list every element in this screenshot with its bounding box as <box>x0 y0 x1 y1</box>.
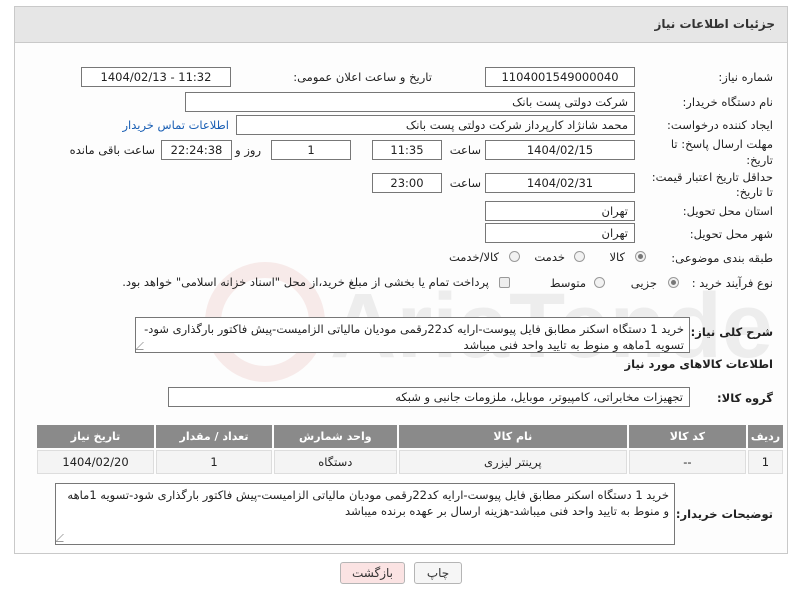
announce-label: تاریخ و ساعت اعلان عمومی: <box>293 70 432 84</box>
city-label: شهر محل تحویل: <box>689 227 773 241</box>
deadline-label: مهلت ارسال پاسخ: تا <box>670 137 773 151</box>
cell-code: -- <box>628 450 746 474</box>
validity-label-date: تا تاریخ: <box>735 185 773 199</box>
process-radio-medium[interactable] <box>594 277 605 288</box>
resize-handle-icon[interactable] <box>136 342 151 350</box>
deadline-date-field: 1404/02/15 <box>485 140 635 160</box>
buyer-org-label: نام دستگاه خریدار: <box>682 95 773 109</box>
goods-table: ردیف کد کالا نام کالا واحد شمارش تعداد /… <box>35 423 785 476</box>
col-header-code: کد کالا <box>628 425 746 448</box>
treasury-note: پرداخت تمام یا بخشی از مبلغ خرید،از محل … <box>122 275 489 289</box>
panel-title: جزئیات اطلاعات نیاز <box>654 17 775 31</box>
buyer-org-field: شرکت دولتی پست بانک <box>185 92 635 112</box>
process-label: نوع فرآیند خرید : <box>691 276 773 290</box>
validity-label: حداقل تاریخ اعتبار قیمت: <box>651 170 773 184</box>
cell-unit: دستگاه <box>273 450 397 474</box>
table-row: 1 -- پرینتر لیزری دستگاه 1 1404/02/20 <box>37 450 783 474</box>
col-header-date: تاریخ نیاز <box>37 425 155 448</box>
need-number-label: شماره نیاز: <box>718 70 773 84</box>
remaining-time-field: 22:24:38 <box>161 140 232 160</box>
back-button[interactable]: بازگشت <box>340 562 405 584</box>
announce-datetime-field: 1404/02/13 - 11:32 <box>81 67 231 87</box>
need-number-field: 1104001549000040 <box>485 67 635 87</box>
table-header-row: ردیف کد کالا نام کالا واحد شمارش تعداد /… <box>37 425 783 448</box>
treasury-checkbox[interactable] <box>499 277 510 288</box>
process-radio-minor[interactable] <box>668 277 679 288</box>
validity-time-field: 23:00 <box>372 173 442 193</box>
cell-row-number: 1 <box>747 450 783 474</box>
description-text: خرید 1 دستگاه اسکنر مطابق فایل پیوست-ارا… <box>144 322 684 352</box>
province-label: استان محل تحویل: <box>682 204 773 218</box>
deadline-time-field: 11:35 <box>372 140 442 160</box>
deadline-hour-label: ساعت <box>449 143 481 157</box>
goods-group-label: گروه کالا: <box>717 391 773 405</box>
buyer-notes-textarea[interactable]: خرید 1 دستگاه اسکنر مطابق فایل پیوست-ارا… <box>55 483 675 545</box>
cell-date: 1404/02/20 <box>37 450 155 474</box>
col-header-quantity: تعداد / مقدار <box>156 425 272 448</box>
print-button[interactable]: چاپ <box>414 562 462 584</box>
validity-date-field: 1404/02/31 <box>485 173 635 193</box>
requester-field: محمد شانژاد کارپرداز شرکت دولتی پست بانک <box>236 115 635 135</box>
cell-name: پرینتر لیزری <box>398 450 627 474</box>
panel-header: جزئیات اطلاعات نیاز <box>15 7 787 43</box>
province-field: تهران <box>485 201 635 221</box>
day-label: روز و <box>235 143 261 157</box>
category-label: طبقه بندی موضوعی: <box>671 251 773 265</box>
goods-section-title: اطلاعات کالاهای مورد نیاز <box>624 357 773 371</box>
buyer-contact-link[interactable]: اطلاعات تماس خریدار <box>122 118 229 132</box>
validity-hour-label: ساعت <box>449 176 481 190</box>
category-radio-goods[interactable] <box>635 251 646 262</box>
description-textarea[interactable]: خرید 1 دستگاه اسکنر مطابق فایل پیوست-ارا… <box>135 317 690 353</box>
category-option-goods: کالا <box>609 250 625 264</box>
process-option-minor: جزیی <box>630 276 657 290</box>
category-option-goods-service: کالا/خدمت <box>448 250 499 264</box>
goods-group-field: تجهیزات مخابراتی، کامپیوتر، موبایل، ملزو… <box>168 387 690 407</box>
category-radio-goods-service[interactable] <box>509 251 520 262</box>
category-option-service: خدمت <box>534 250 565 264</box>
deadline-label-date: تاریخ: <box>746 153 773 167</box>
description-label: شرح کلی نیاز: <box>690 325 773 339</box>
city-field: تهران <box>485 223 635 243</box>
col-header-unit: واحد شمارش <box>273 425 397 448</box>
day-count-field: 1 <box>271 140 351 160</box>
process-option-medium: متوسط <box>549 276 586 290</box>
buyer-notes-label: توضیحات خریدار: <box>675 507 773 521</box>
col-header-name: نام کالا <box>398 425 627 448</box>
requester-label: ایجاد کننده درخواست: <box>667 118 773 132</box>
category-radio-service[interactable] <box>574 251 585 262</box>
resize-handle-icon[interactable] <box>56 534 71 542</box>
col-header-row-number: ردیف <box>747 425 783 448</box>
remaining-label: ساعت باقی مانده <box>69 143 155 157</box>
cell-quantity: 1 <box>156 450 272 474</box>
buyer-notes-text: خرید 1 دستگاه اسکنر مطابق فایل پیوست-ارا… <box>67 488 669 518</box>
need-details-panel: جزئیات اطلاعات نیاز AriaTender شماره نیا… <box>14 6 788 554</box>
